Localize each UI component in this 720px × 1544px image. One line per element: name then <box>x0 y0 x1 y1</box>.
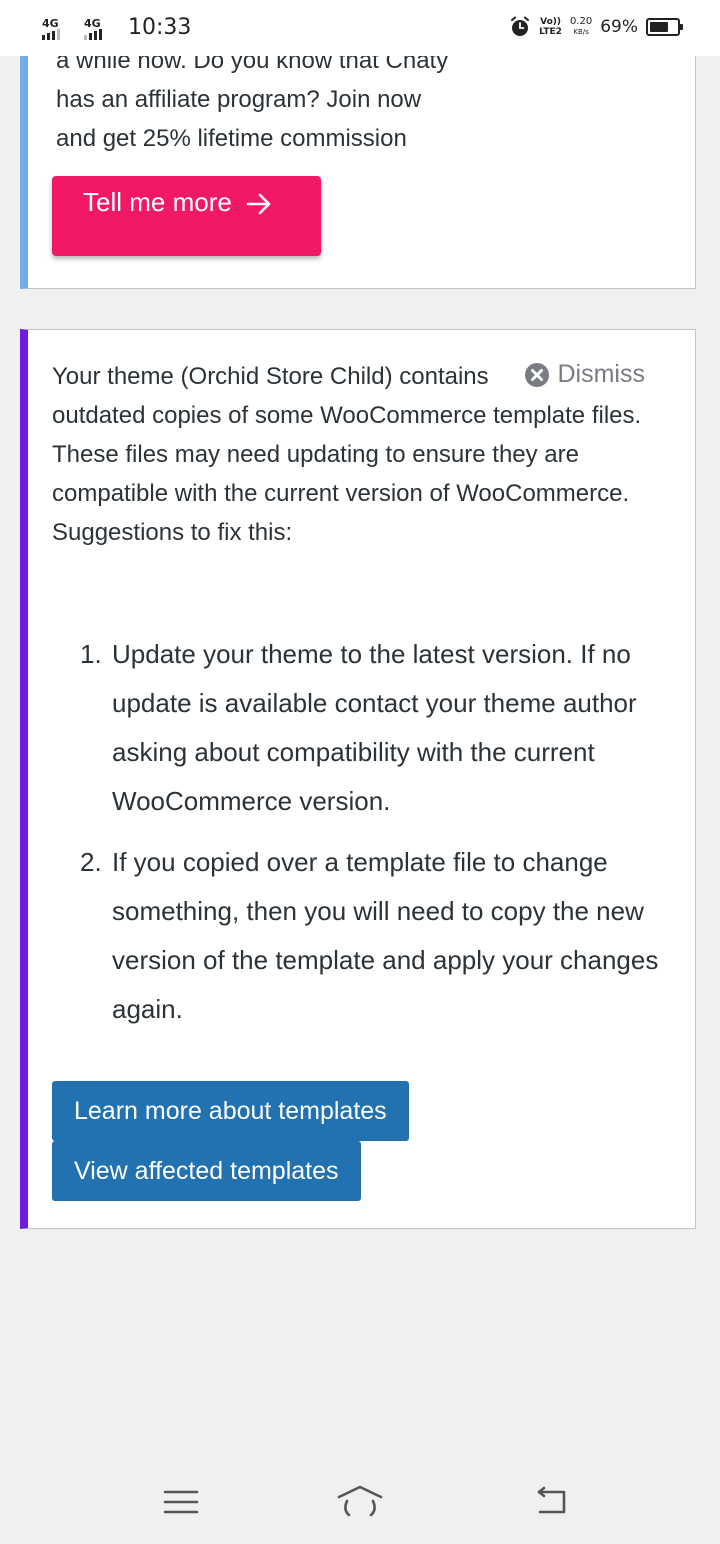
arrow-right-icon <box>246 193 271 215</box>
battery-icon <box>646 18 683 36</box>
signal-icon: 4G <box>40 18 74 42</box>
volte-label: Vo)) <box>540 17 561 27</box>
notice-text-line: has an affiliate program? Join now <box>56 86 422 113</box>
back-icon[interactable] <box>526 1482 576 1522</box>
learn-more-templates-button[interactable]: Learn more about templates <box>52 1081 409 1141</box>
speed-unit: KB/s <box>573 28 589 36</box>
menu-icon[interactable] <box>156 1482 206 1522</box>
close-circle-icon <box>524 362 549 387</box>
outdated-templates-notice: Your theme (Orchid Store Child) contains… <box>20 329 696 1229</box>
list-item-text: If you copied over a template file to ch… <box>112 847 659 1024</box>
tell-me-more-label: Tell me more <box>83 187 232 217</box>
network-type-label: 4G <box>42 17 59 30</box>
dismiss-label: Dismiss <box>557 360 646 388</box>
list-item: 1. Update your theme to the latest versi… <box>80 630 680 826</box>
volte-indicator: Vo)) LTE2 <box>539 17 562 37</box>
signal-icon: 4G <box>82 18 116 42</box>
home-icon[interactable] <box>335 1482 385 1522</box>
alarm-icon <box>511 16 530 36</box>
list-number: 2. <box>80 847 102 877</box>
lte-label: LTE2 <box>539 27 562 37</box>
status-right: Vo)) LTE2 0.20 KB/s 69% <box>509 16 683 38</box>
affiliate-notice-text: a while now. Do you know that Chaty has … <box>56 41 516 158</box>
navigation-bar <box>0 1460 720 1544</box>
dismiss-button[interactable]: Dismiss <box>524 360 646 389</box>
battery-level <box>650 22 668 32</box>
notice-text-line: and get 25% lifetime commission <box>56 125 407 152</box>
tell-me-more-button[interactable]: Tell me more <box>52 176 321 256</box>
battery-percent: 69% <box>600 17 638 37</box>
speed-value: 0.20 <box>569 16 593 27</box>
status-left: 4G 4G 10:33 <box>40 14 191 42</box>
status-bar: 4G 4G 10:33 Vo)) LTE2 0.20 KB/s 69% <box>0 0 720 56</box>
network-speed: 0.20 KB/s <box>570 17 592 37</box>
list-item-text: Update your theme to the latest version.… <box>112 639 637 816</box>
list-number: 1. <box>80 639 102 669</box>
clock: 10:33 <box>128 15 192 40</box>
list-item: 2. If you copied over a template file to… <box>80 838 680 1034</box>
network-type-label: 4G <box>84 17 101 30</box>
view-affected-templates-button[interactable]: View affected templates <box>52 1141 361 1201</box>
suggestions-list: 1. Update your theme to the latest versi… <box>80 630 680 1046</box>
